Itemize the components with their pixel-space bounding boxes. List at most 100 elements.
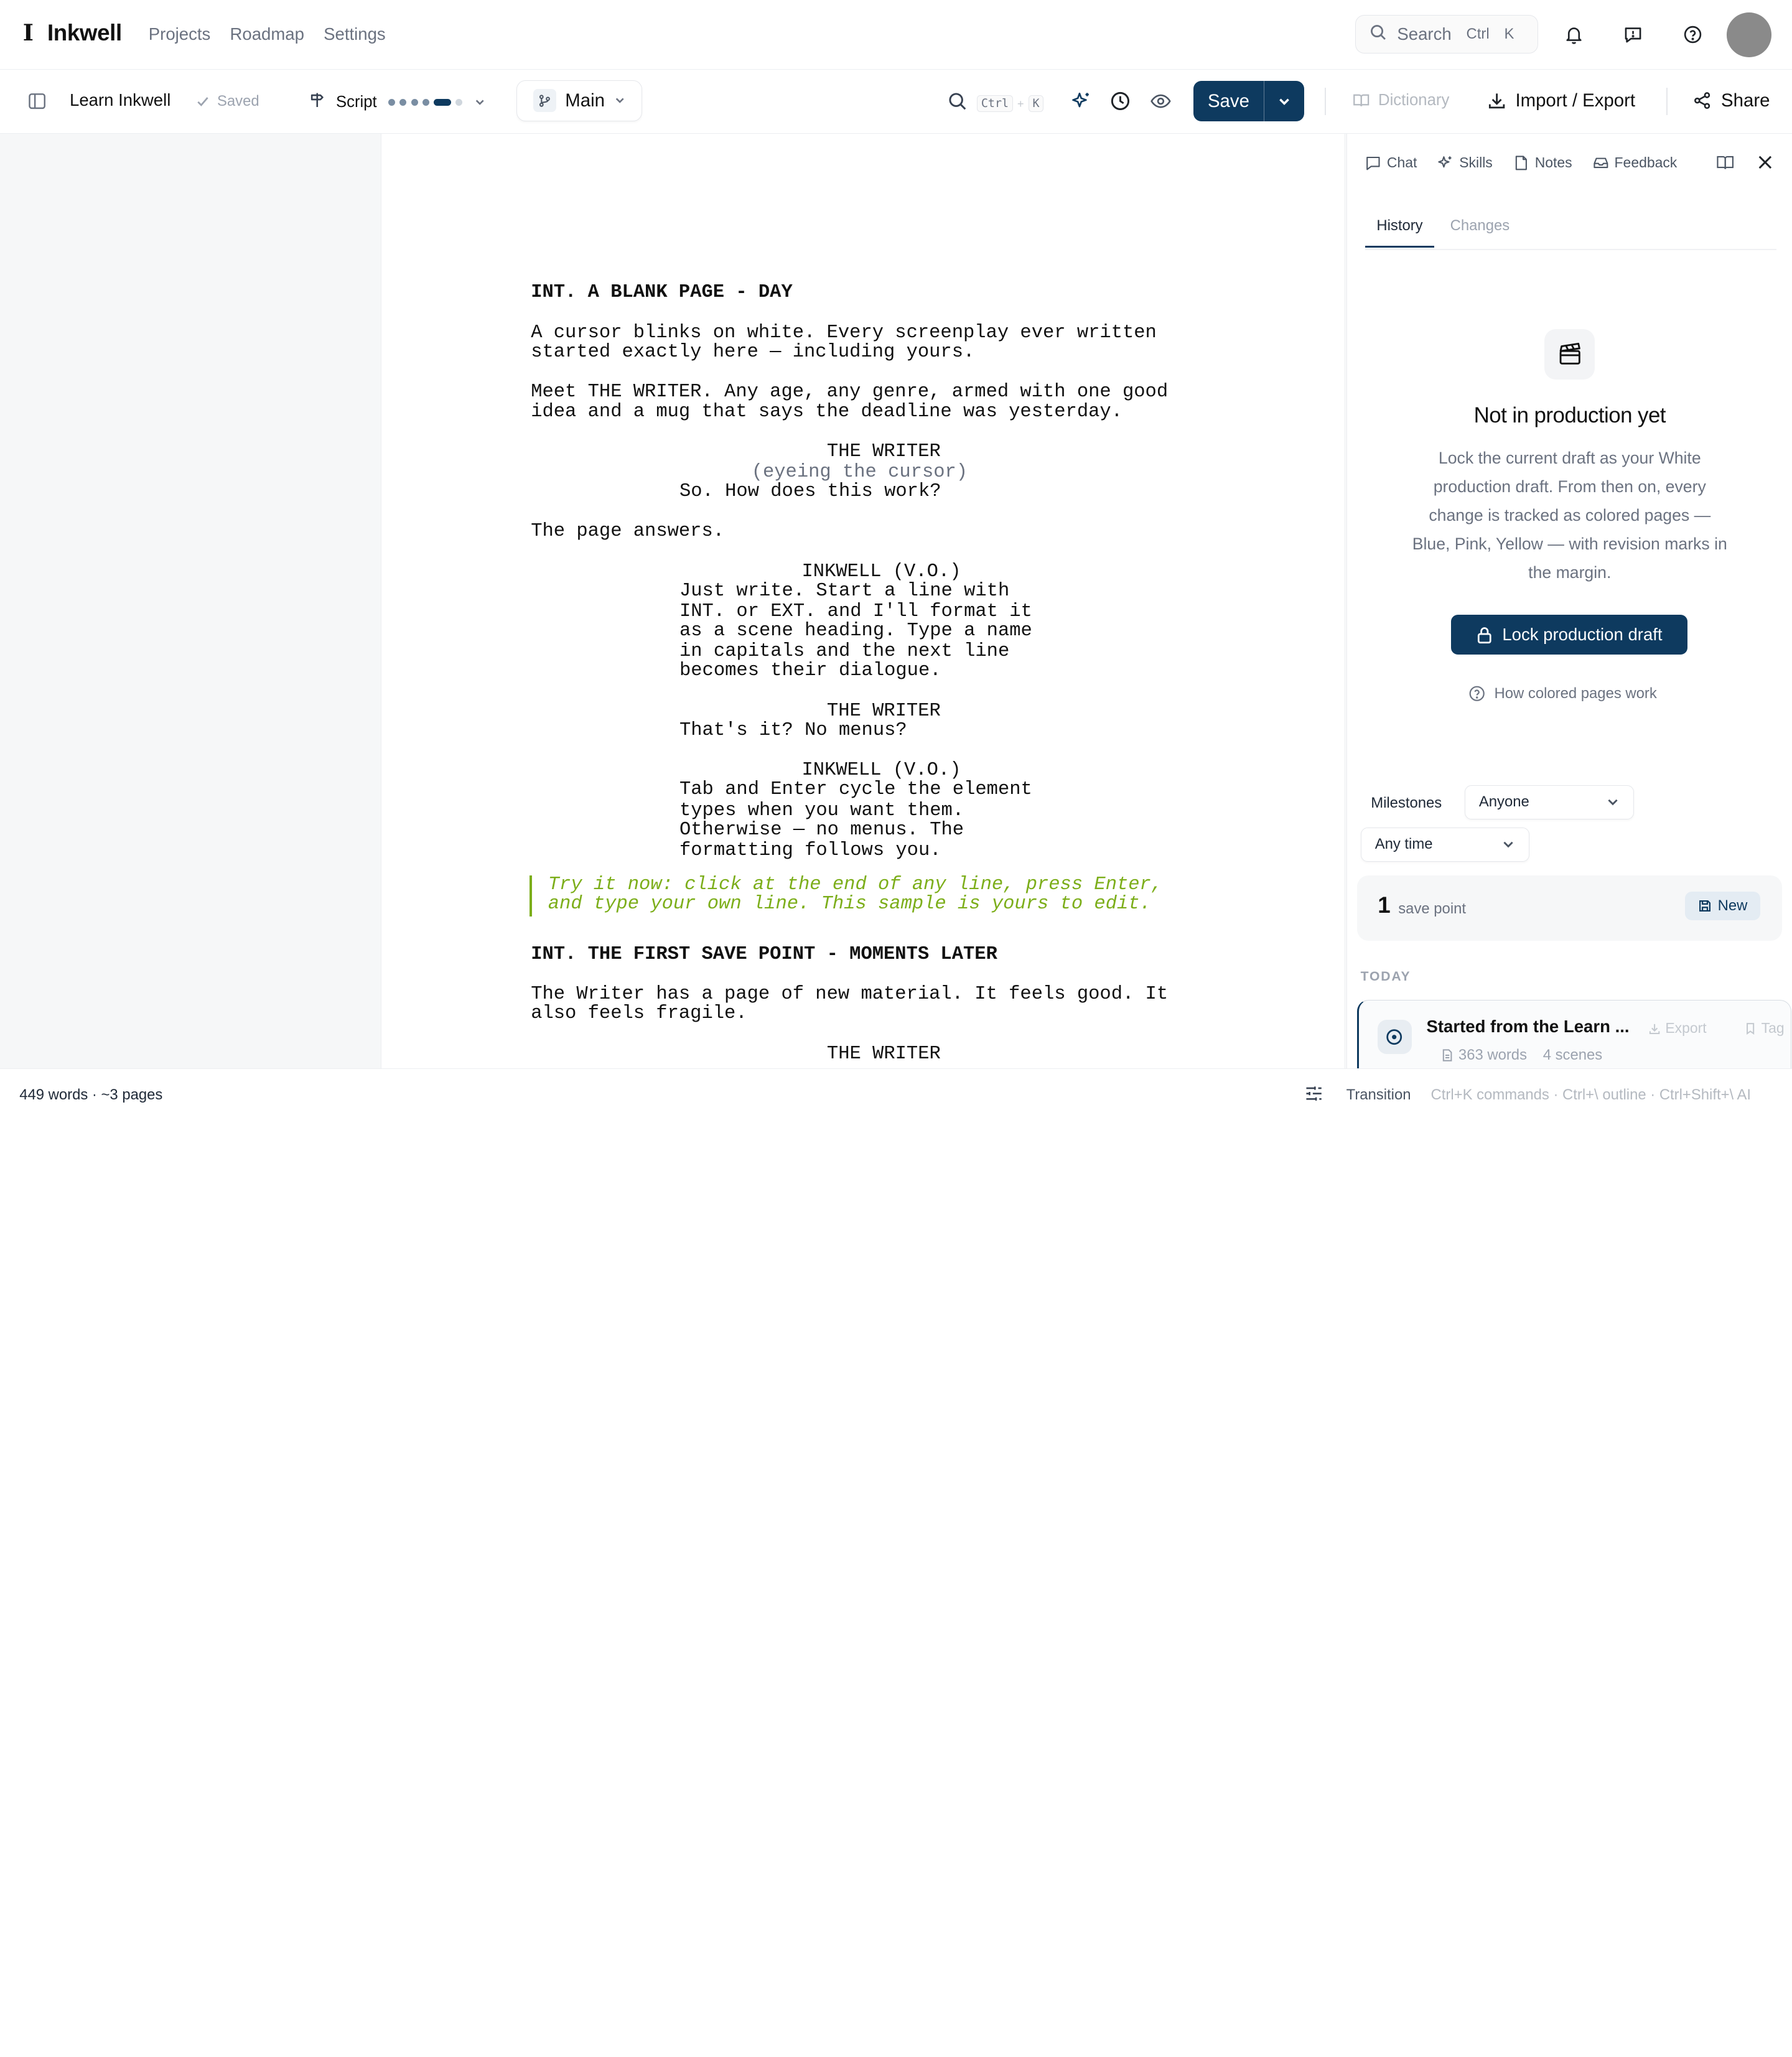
document-stats: 449 words · ~3 pages	[19, 1086, 163, 1103]
tab-changes[interactable]: Changes	[1439, 217, 1521, 248]
help-icon[interactable]	[1680, 22, 1705, 47]
feedback-message-icon[interactable]	[1620, 22, 1645, 47]
parenthetical[interactable]: (eyeing the cursor)	[752, 462, 968, 483]
character-name[interactable]: THE WRITER	[827, 441, 941, 462]
entry-export-label: Export	[1665, 1020, 1707, 1037]
tab-chat-label: Chat	[1386, 154, 1417, 170]
avatar[interactable]	[1727, 12, 1771, 57]
save-options-button[interactable]	[1264, 81, 1304, 121]
book-open-icon[interactable]	[1716, 154, 1734, 177]
save-point-label: save point	[1398, 900, 1467, 918]
dialogue-line[interactable]: in capitals and the next line	[679, 641, 1009, 662]
help-icon	[1469, 686, 1485, 701]
current-element-type[interactable]: Transition	[1346, 1086, 1411, 1104]
download-icon	[1488, 93, 1505, 109]
mode-selector[interactable]: Script	[309, 91, 485, 114]
character-name[interactable]: THE WRITER	[827, 701, 941, 722]
save-button[interactable]: Save	[1193, 81, 1264, 121]
history-clock-icon[interactable]	[1109, 90, 1131, 112]
history-panel: Chat Skills Notes Feedback History Chang…	[1346, 133, 1792, 1080]
nav-roadmap[interactable]: Roadmap	[230, 24, 304, 44]
dialogue-line[interactable]: Otherwise — no menus. The	[679, 819, 964, 841]
tip-note[interactable]: Try it now: click at the end of any line…	[548, 875, 1162, 895]
milestones-label: Milestones	[1371, 794, 1442, 811]
history-entry-title: Started from the Learn ...	[1426, 1016, 1630, 1036]
character-name[interactable]: INKWELL (V.O.)	[802, 760, 961, 781]
tab-feedback[interactable]: Feedback	[1593, 154, 1677, 171]
action-line[interactable]: also feels fragile.	[531, 1004, 747, 1024]
colored-pages-help-link[interactable]: How colored pages work	[1468, 684, 1657, 702]
document-title[interactable]: Learn Inkwell	[70, 90, 170, 110]
time-filter-value: Any time	[1374, 836, 1433, 853]
nav-settings[interactable]: Settings	[324, 24, 386, 44]
entry-words-label: 363 words	[1458, 1046, 1528, 1063]
save-point-count: 1	[1378, 892, 1391, 918]
lock-production-draft-button[interactable]: Lock production draft	[1450, 615, 1687, 655]
script-page[interactable]: INT. A BLANK PAGE - DAY A cursor blinks …	[380, 133, 1344, 1069]
tab-notes[interactable]: Notes	[1513, 154, 1572, 171]
dialogue-line[interactable]: as a scene heading. Type a name	[679, 621, 1032, 641]
save-disk-icon	[1699, 900, 1711, 912]
action-line[interactable]: idea and a mug that says the deadline wa…	[531, 401, 1122, 422]
character-name[interactable]: THE WRITER	[827, 1043, 941, 1065]
tab-skills[interactable]: Skills	[1437, 154, 1493, 171]
close-icon[interactable]	[1757, 154, 1773, 175]
entry-tag-button[interactable]: Tag	[1744, 1020, 1785, 1037]
action-line[interactable]: A cursor blinks on white. Every screenpl…	[531, 322, 1157, 343]
share-button[interactable]: Share	[1692, 90, 1770, 111]
subtabs-divider	[1365, 249, 1777, 251]
branch-selector[interactable]: Main	[516, 80, 642, 121]
history-entry-meta: 363 words 4 scenes	[1441, 1047, 1602, 1064]
note-icon	[1515, 155, 1527, 170]
action-line[interactable]: Meet THE WRITER. Any age, any genre, arm…	[531, 382, 1168, 403]
dialogue-line[interactable]: INT. or EXT. and I'll format it	[679, 602, 1032, 622]
search-icon	[1370, 24, 1387, 45]
search-shortcut-key: K	[1504, 26, 1514, 43]
document-icon	[1443, 1048, 1452, 1061]
logo-mark: I	[22, 19, 34, 47]
tip-note[interactable]: and type your own line. This sample is y…	[548, 894, 1151, 915]
save-split-button: Save	[1193, 81, 1304, 121]
scene-heading[interactable]: INT. A BLANK PAGE - DAY	[531, 282, 793, 303]
time-filter-select[interactable]: Any time	[1360, 827, 1530, 862]
chevron-down-icon	[474, 92, 485, 113]
chat-bubble-icon	[1366, 156, 1380, 170]
panel-tabs: Chat Skills Notes Feedback	[1365, 154, 1677, 171]
app-name: Inkwell	[47, 20, 122, 46]
tab-history[interactable]: History	[1365, 217, 1434, 248]
dialogue-line[interactable]: becomes their dialogue.	[679, 661, 941, 681]
logo[interactable]: I Inkwell	[23, 19, 122, 47]
sliders-icon[interactable]	[1304, 1084, 1323, 1108]
scene-heading[interactable]: INT. THE FIRST SAVE POINT - MOMENTS LATE…	[531, 945, 997, 965]
author-filter-select[interactable]: Anyone	[1464, 785, 1634, 819]
import-export-button[interactable]: Import / Export	[1487, 90, 1635, 111]
dialogue-line[interactable]: So. How does this work?	[679, 482, 941, 502]
tab-skills-label: Skills	[1459, 154, 1493, 170]
new-save-point-button[interactable]: New	[1685, 891, 1761, 920]
dialogue-line[interactable]: Just write. Start a line with	[679, 581, 1009, 602]
action-line[interactable]: started exactly here — including yours.	[531, 342, 974, 363]
dialogue-line[interactable]: formatting follows you.	[679, 840, 941, 861]
dictionary-button[interactable]: Dictionary	[1352, 91, 1449, 110]
today-section-label: TODAY	[1360, 969, 1411, 984]
nav-projects[interactable]: Projects	[149, 24, 211, 44]
download-icon	[1649, 1024, 1660, 1034]
entry-export-button[interactable]: Export	[1648, 1020, 1707, 1037]
dialogue-line[interactable]: That's it? No menus?	[679, 721, 907, 741]
ai-sparkle-icon[interactable]	[1071, 90, 1093, 112]
dialogue-line[interactable]: types when you want them.	[679, 800, 964, 821]
chevron-down-icon	[614, 90, 625, 111]
tab-chat[interactable]: Chat	[1365, 154, 1417, 171]
empty-state-title: Not in production yet	[1473, 403, 1666, 428]
share-label: Share	[1721, 90, 1770, 111]
sidebar-toggle-icon[interactable]	[27, 91, 47, 111]
character-name[interactable]: INKWELL (V.O.)	[802, 561, 961, 582]
action-line[interactable]: The Writer has a page of new material. I…	[531, 984, 1168, 1005]
preview-eye-icon[interactable]	[1150, 91, 1172, 111]
action-line[interactable]: The page answers.	[531, 521, 724, 542]
bell-icon[interactable]	[1561, 22, 1586, 47]
find-button[interactable]: Ctrl + K	[948, 91, 1044, 116]
find-kbd-plus: +	[1017, 96, 1024, 110]
global-search[interactable]: Search Ctrl K	[1355, 14, 1539, 54]
dialogue-line[interactable]: Tab and Enter cycle the element	[679, 780, 1032, 800]
